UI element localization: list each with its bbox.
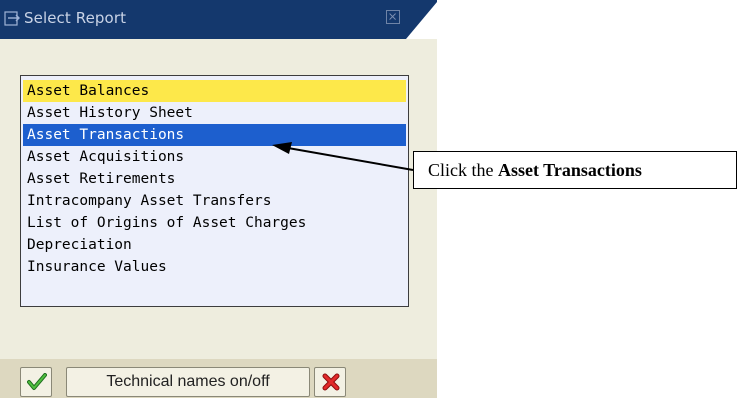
- select-report-dialog: Select Report Asset Balances Asset Histo…: [0, 0, 437, 398]
- technical-names-label: Technical names on/off: [106, 373, 270, 390]
- report-item-asset-transactions[interactable]: Asset Transactions: [23, 124, 406, 146]
- cancel-x-icon: [322, 373, 340, 391]
- report-item-intracompany-asset-transfers[interactable]: Intracompany Asset Transfers: [23, 190, 406, 212]
- report-item-asset-retirements[interactable]: Asset Retirements: [23, 168, 406, 190]
- checkmark-icon: [27, 373, 47, 390]
- callout-prefix: Click the: [428, 160, 494, 180]
- dialog-title-bar: Select Report: [0, 0, 437, 39]
- report-item-asset-acquisitions[interactable]: Asset Acquisitions: [23, 146, 406, 168]
- callout-target: Asset Transactions: [498, 160, 642, 180]
- dialog-title: Select Report: [24, 9, 127, 27]
- report-window-icon: [4, 11, 20, 26]
- report-item-depreciation[interactable]: Depreciation: [23, 234, 406, 256]
- cancel-button[interactable]: [314, 367, 346, 397]
- technical-names-toggle-button[interactable]: Technical names on/off: [66, 367, 310, 397]
- close-icon[interactable]: [386, 10, 400, 24]
- report-item-asset-history-sheet[interactable]: Asset History Sheet: [23, 102, 406, 124]
- report-item-list-of-origins-of-asset-charges[interactable]: List of Origins of Asset Charges: [23, 212, 406, 234]
- confirm-button[interactable]: [20, 367, 52, 397]
- dialog-toolbar: Technical names on/off: [0, 359, 437, 398]
- report-list: Asset Balances Asset History Sheet Asset…: [20, 75, 409, 307]
- report-item-asset-balances[interactable]: Asset Balances: [23, 80, 406, 102]
- report-item-insurance-values[interactable]: Insurance Values: [23, 256, 406, 278]
- dialog-body: Asset Balances Asset History Sheet Asset…: [0, 39, 437, 359]
- instruction-callout: Click the Asset Transactions: [413, 151, 737, 189]
- screenshot-stage: Select Report Asset Balances Asset Histo…: [0, 0, 737, 398]
